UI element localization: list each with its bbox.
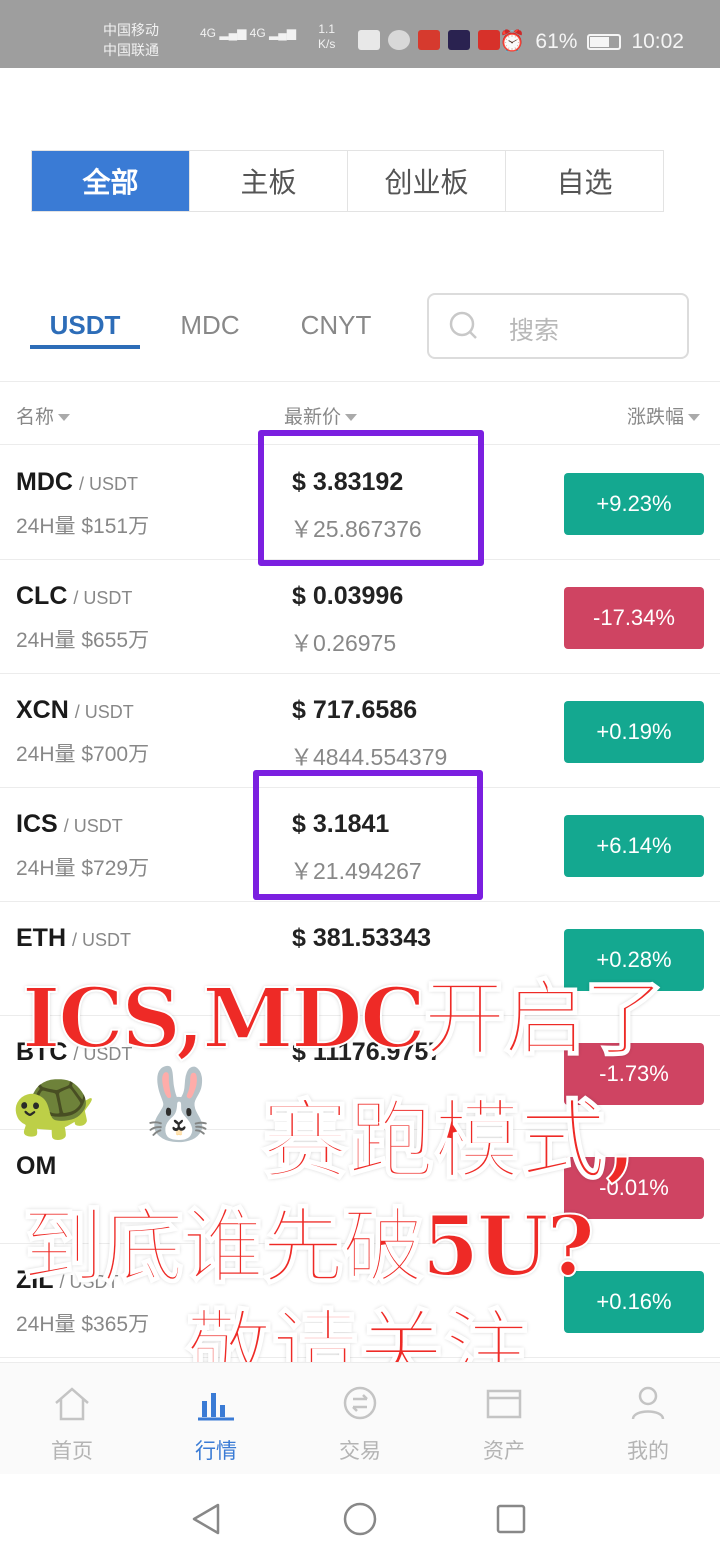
- tab-mdc[interactable]: MDC: [172, 305, 248, 349]
- clock: 10:02: [631, 30, 684, 53]
- volume-24h: 24H量 $365万: [16, 1313, 150, 1336]
- volume-24h: 24H量 $151万: [16, 515, 150, 538]
- nav-label: 行情: [195, 1440, 237, 1463]
- wallet-icon: [486, 1389, 522, 1419]
- market-row-eth[interactable]: ETH / USDT $ 381.53343 +0.28%: [0, 902, 720, 1016]
- sort-by-price[interactable]: 最新价: [284, 402, 358, 429]
- nav-label: 首页: [51, 1440, 93, 1463]
- symbol: XCN: [16, 696, 69, 724]
- sort-by-change[interactable]: 涨跌幅: [627, 402, 700, 429]
- app-notification-icon: [478, 30, 500, 50]
- nav-label: 资产: [483, 1440, 525, 1463]
- change-badge[interactable]: -17.34%: [564, 587, 704, 649]
- carrier-info: 中国移动 中国联通: [103, 20, 159, 60]
- market-row-clc[interactable]: CLC / USDT 24H量 $655万 $ 0.03996 ￥0.26975 …: [0, 560, 720, 674]
- home-icon: [55, 1387, 89, 1421]
- search-icon: [449, 311, 477, 339]
- change-badge[interactable]: +0.28%: [564, 929, 704, 991]
- symbol: ZIL: [16, 1266, 54, 1294]
- quote-currency: / USDT: [63, 816, 123, 836]
- symbol: ETH: [16, 924, 66, 952]
- tab-usdt[interactable]: USDT: [30, 305, 140, 349]
- signal-icon: 4G ▂▄▆ 4G ▂▄▆: [200, 26, 296, 40]
- change-badge[interactable]: -1.73%: [564, 1043, 704, 1105]
- highlight-box-ics: [253, 770, 483, 900]
- symbol: MDC: [16, 468, 73, 496]
- nav-label: 交易: [339, 1440, 381, 1463]
- price-usd: $ 381.53343: [292, 924, 432, 952]
- quote-currency: / USDT: [72, 930, 132, 950]
- tab-cnyt[interactable]: CNYT: [296, 305, 376, 349]
- market-row-zil[interactable]: ZIL / USDT 24H量 $365万 +0.16%: [0, 1244, 720, 1358]
- status-bar: 中国移动 中国联通 4G ▂▄▆ 4G ▂▄▆ 1.1 K/s ⏰ 61% 10:…: [0, 0, 720, 68]
- price-usd: $ 0.03996: [292, 582, 404, 610]
- nav-trade[interactable]: 交易: [288, 1363, 432, 1475]
- quote-currency: / USDT: [78, 474, 138, 494]
- notification-icons: [358, 30, 500, 50]
- tab-all[interactable]: 全部: [32, 151, 190, 211]
- recent-apps-icon[interactable]: [496, 1504, 526, 1534]
- search-placeholder: 搜索: [509, 317, 560, 345]
- nav-assets[interactable]: 资产: [432, 1363, 576, 1475]
- market-row-btc[interactable]: BTC / USDT $ 11176.9757 -1.73%: [0, 1016, 720, 1130]
- sort-caret-icon: [58, 414, 71, 422]
- quote-currency: / USDT: [73, 588, 133, 608]
- home-circle-icon[interactable]: [343, 1502, 377, 1536]
- app-notification-icon: [448, 30, 470, 50]
- exchange-icon: [343, 1386, 377, 1420]
- alarm-icon: ⏰: [499, 30, 526, 53]
- battery-icon: [587, 34, 622, 50]
- volume-24h: 24H量 $700万: [16, 743, 150, 766]
- quote-currency: / USDT: [73, 1044, 133, 1064]
- highlight-box-mdc: [258, 430, 484, 566]
- tab-favorites[interactable]: 自选: [506, 151, 663, 211]
- tab-main-board[interactable]: 主板: [190, 151, 348, 211]
- network-speed: 1.1 K/s: [318, 22, 336, 51]
- symbol: BTC: [16, 1038, 68, 1066]
- bottom-nav: 首页 行情 交易 资产 我的: [0, 1362, 720, 1475]
- wechat-icon: [388, 30, 410, 50]
- price-cny: ￥0.26975: [290, 630, 397, 656]
- carrier-1: 中国移动: [103, 22, 159, 38]
- back-icon[interactable]: [190, 1502, 222, 1536]
- volume-24h: 24H量 $655万: [16, 629, 150, 652]
- search-input[interactable]: 搜索: [427, 293, 689, 359]
- user-icon: [631, 1386, 665, 1420]
- change-badge[interactable]: +0.19%: [564, 701, 704, 763]
- quote-currency: / USDT: [59, 1272, 119, 1292]
- nav-profile[interactable]: 我的: [576, 1363, 720, 1475]
- volume-24h: 24H量 $729万: [16, 857, 150, 880]
- status-right: ⏰ 61% 10:02: [499, 30, 684, 54]
- change-badge[interactable]: +0.16%: [564, 1271, 704, 1333]
- system-nav-bar: [0, 1474, 720, 1560]
- nav-market[interactable]: 行情: [144, 1363, 288, 1475]
- symbol: OM: [16, 1152, 57, 1180]
- chart-icon: [198, 1393, 234, 1421]
- change-badge[interactable]: +6.14%: [564, 815, 704, 877]
- nav-label: 我的: [627, 1440, 669, 1463]
- quote-currency: / USDT: [74, 702, 134, 722]
- symbol: ICS: [16, 810, 58, 838]
- sort-caret-icon: [345, 414, 358, 422]
- sort-caret-icon: [688, 414, 700, 422]
- app-notification-icon: [418, 30, 440, 50]
- app-notification-icon: [358, 30, 380, 50]
- symbol: CLC: [16, 582, 68, 610]
- change-badge[interactable]: +9.23%: [564, 473, 704, 535]
- market-row-om[interactable]: OM -0.01%: [0, 1130, 720, 1244]
- price-cny: ￥4844.554379: [290, 744, 448, 770]
- price-usd: $ 717.6586: [292, 696, 418, 724]
- battery-percent: 61%: [535, 30, 578, 53]
- sort-by-name[interactable]: 名称: [16, 402, 71, 429]
- price-usd: $ 11176.9757: [292, 1038, 443, 1066]
- tab-growth-board[interactable]: 创业板: [348, 151, 506, 211]
- carrier-2: 中国联通: [103, 42, 159, 58]
- change-badge[interactable]: -0.01%: [564, 1157, 704, 1219]
- board-tabs: 全部 主板 创业板 自选: [31, 150, 664, 212]
- nav-home[interactable]: 首页: [0, 1363, 144, 1475]
